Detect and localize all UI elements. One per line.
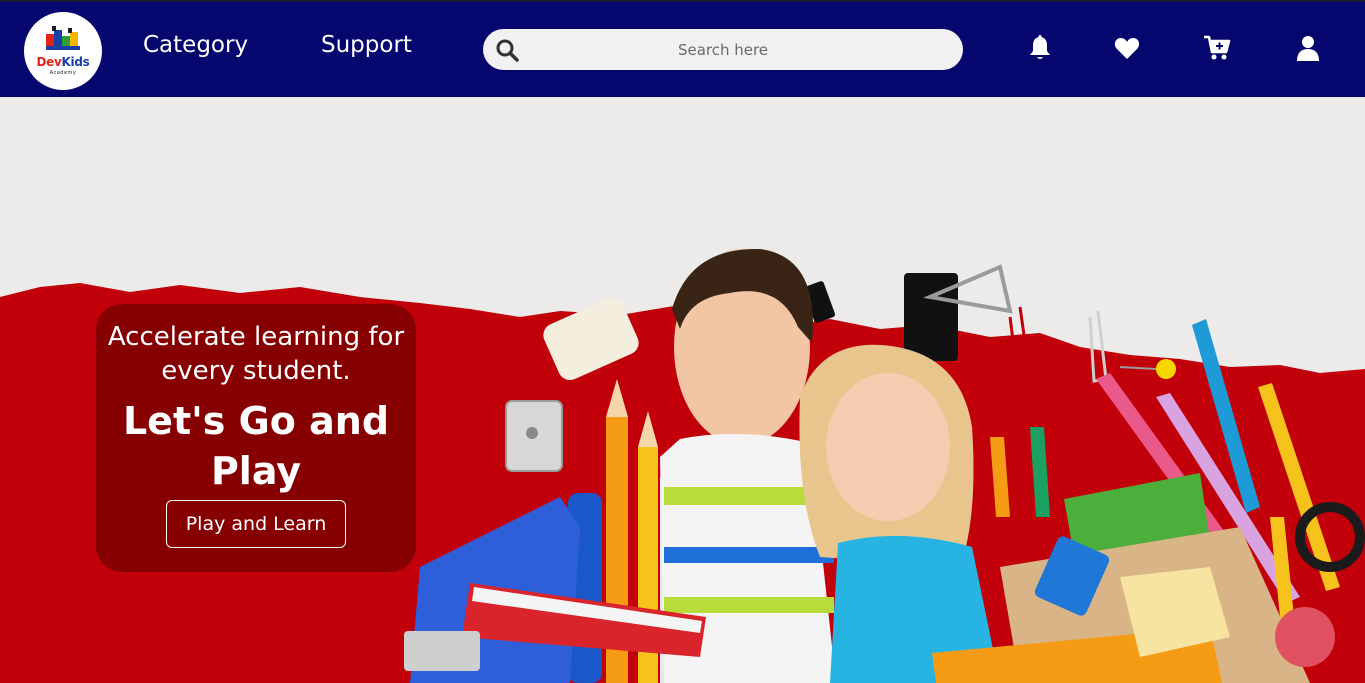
nav-link-category[interactable]: Category xyxy=(143,32,248,58)
heart-icon[interactable] xyxy=(1113,34,1141,62)
promo-panel: Accelerate learning for every student. L… xyxy=(96,304,416,572)
hero-subtitle: Accelerate learning for every student. xyxy=(107,322,405,386)
logo-blocks-icon xyxy=(46,26,80,50)
hero-banner: Accelerate learning for every student. L… xyxy=(0,97,1365,683)
brand-logo[interactable]: DevKids Academy xyxy=(24,12,102,90)
play-and-learn-button[interactable]: Play and Learn xyxy=(166,500,346,548)
user-icon[interactable] xyxy=(1294,34,1322,62)
brand-name-part1: Dev xyxy=(36,55,62,69)
bell-icon[interactable] xyxy=(1026,34,1054,62)
brand-name-part2: Kids xyxy=(61,55,90,69)
hero-title: Let's Go and Play xyxy=(122,399,390,493)
search-bar xyxy=(483,29,963,70)
top-navbar: DevKids Academy Category Support xyxy=(0,0,1365,97)
brand-tagline: Academy xyxy=(49,70,77,76)
cart-icon[interactable] xyxy=(1203,34,1231,62)
brand-name: DevKids xyxy=(24,55,102,69)
search-icon[interactable] xyxy=(495,38,519,62)
search-input[interactable] xyxy=(523,29,923,70)
nav-link-support[interactable]: Support xyxy=(321,32,412,58)
